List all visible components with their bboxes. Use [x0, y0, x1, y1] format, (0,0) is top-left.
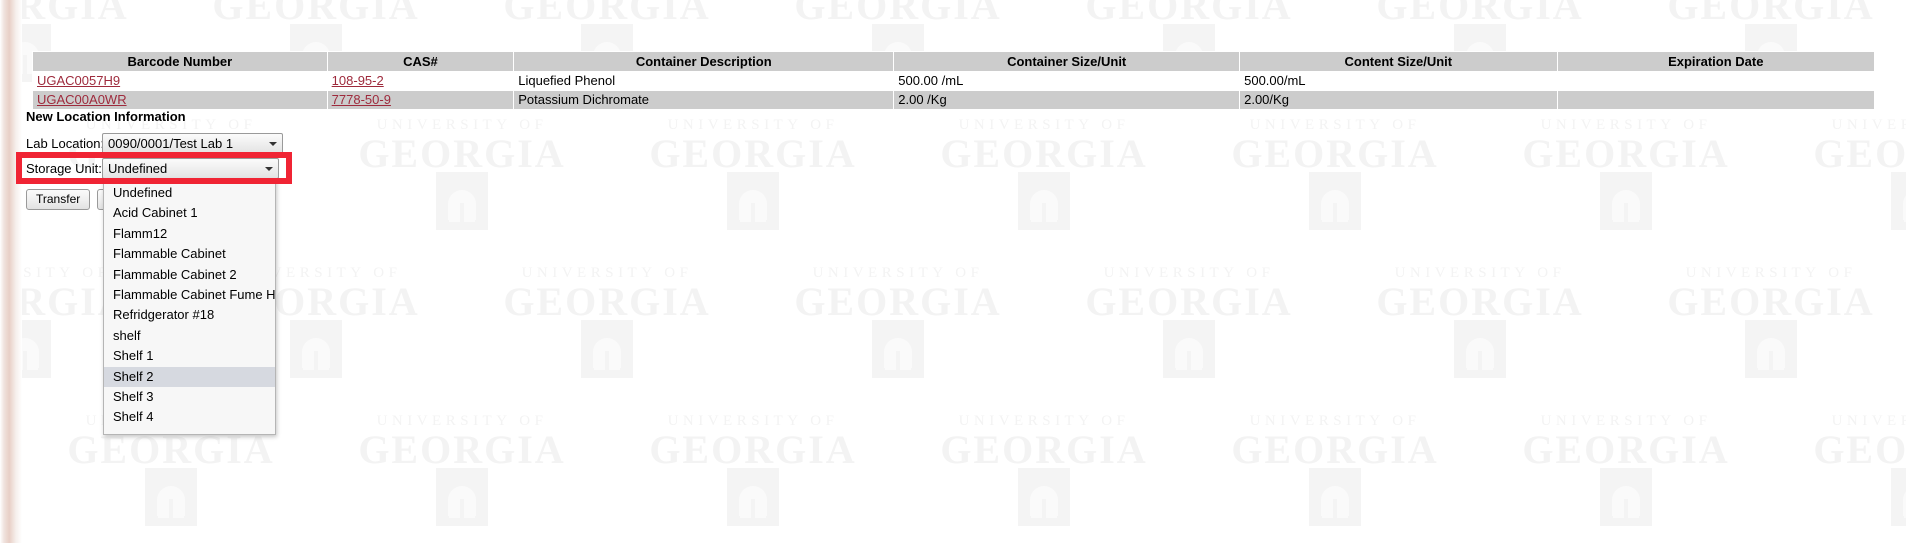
cell-container-description: Liquefied Phenol [513, 71, 895, 91]
storage-unit-label: Storage Unit: [26, 160, 102, 176]
storage-unit-option[interactable]: Acid Cabinet 1 [104, 203, 275, 223]
storage-unit-option[interactable]: shelf [104, 326, 275, 346]
cell-container-size: 500.00 /mL [893, 71, 1241, 91]
lab-location-selected-value: 0090/0001/Test Lab 1 [108, 135, 234, 151]
column-header-barcode-number: Barcode Number [32, 51, 328, 72]
storage-unit-listbox[interactable]: Undefined Acid Cabinet 1 Flamm12 Flammable … [103, 179, 276, 435]
storage-unit-option[interactable]: Shelf 2 [104, 366, 275, 387]
cell-cas: 7778-50-9 [326, 90, 515, 110]
column-header-container-size-unit: Container Size/Unit [893, 51, 1241, 72]
storage-unit-select[interactable]: Undefined [102, 157, 279, 179]
barcode-link[interactable]: UGAC00A0WR [37, 92, 127, 107]
cell-content-size: 2.00/Kg [1239, 90, 1558, 110]
storage-unit-row: Storage Unit: Undefined [26, 157, 283, 179]
chevron-down-icon [265, 166, 273, 171]
section-title-new-location-information: New Location Information [26, 109, 186, 124]
storage-unit-option[interactable]: Shelf 3 [104, 387, 275, 407]
storage-unit-option[interactable]: Flamm12 [104, 224, 275, 244]
transfer-button[interactable]: Transfer [26, 189, 91, 210]
cell-barcode: UGAC00A0WR [32, 90, 328, 110]
page-content: Barcode Number CAS# Container Descriptio… [0, 0, 1906, 543]
cas-link[interactable]: 7778-50-9 [332, 92, 391, 107]
container-table: Barcode Number CAS# Container Descriptio… [32, 51, 1876, 110]
storage-unit-option[interactable]: Flammable Cabinet Fume Hood [104, 285, 275, 305]
barcode-link[interactable]: UGAC0057H9 [37, 73, 120, 88]
table-row: UGAC00A0WR 7778-50-9 Potassium Dichromat… [32, 90, 1876, 110]
storage-unit-option[interactable]: Shelf 1 [104, 346, 275, 366]
storage-unit-option[interactable]: Undefined [104, 183, 275, 203]
cell-container-description: Potassium Dichromate [513, 90, 895, 110]
cell-expiration-date [1556, 90, 1876, 110]
storage-unit-selected-value: Undefined [108, 160, 168, 176]
column-header-expiration-date: Expiration Date [1556, 51, 1876, 72]
column-header-cas: CAS# [326, 51, 515, 72]
storage-unit-option[interactable]: Shelf 4 [104, 407, 275, 427]
cell-expiration-date [1556, 71, 1876, 91]
column-header-container-description: Container Description [513, 51, 895, 72]
table-row: UGAC0057H9 108-95-2 Liquefied Phenol 500… [32, 71, 1876, 91]
cell-barcode: UGAC0057H9 [32, 71, 328, 91]
lab-location-row: Lab Location: 0090/0001/Test Lab 1 [26, 132, 283, 154]
storage-unit-option[interactable]: Flammable Cabinet 2 [104, 265, 275, 285]
chevron-down-icon [269, 141, 277, 146]
cas-link[interactable]: 108-95-2 [332, 73, 384, 88]
table-header-row: Barcode Number CAS# Container Descriptio… [32, 51, 1876, 72]
cell-content-size: 500.00/mL [1239, 71, 1558, 91]
cell-container-size: 2.00 /Kg [893, 90, 1241, 110]
storage-unit-option[interactable]: Flammable Cabinet [104, 244, 275, 264]
cell-cas: 108-95-2 [326, 71, 515, 91]
storage-unit-option[interactable]: Refridgerator #18 [104, 305, 275, 325]
column-header-content-size-unit: Content Size/Unit [1239, 51, 1558, 72]
lab-location-label: Lab Location: [26, 135, 105, 151]
lab-location-select[interactable]: 0090/0001/Test Lab 1 [102, 132, 283, 154]
